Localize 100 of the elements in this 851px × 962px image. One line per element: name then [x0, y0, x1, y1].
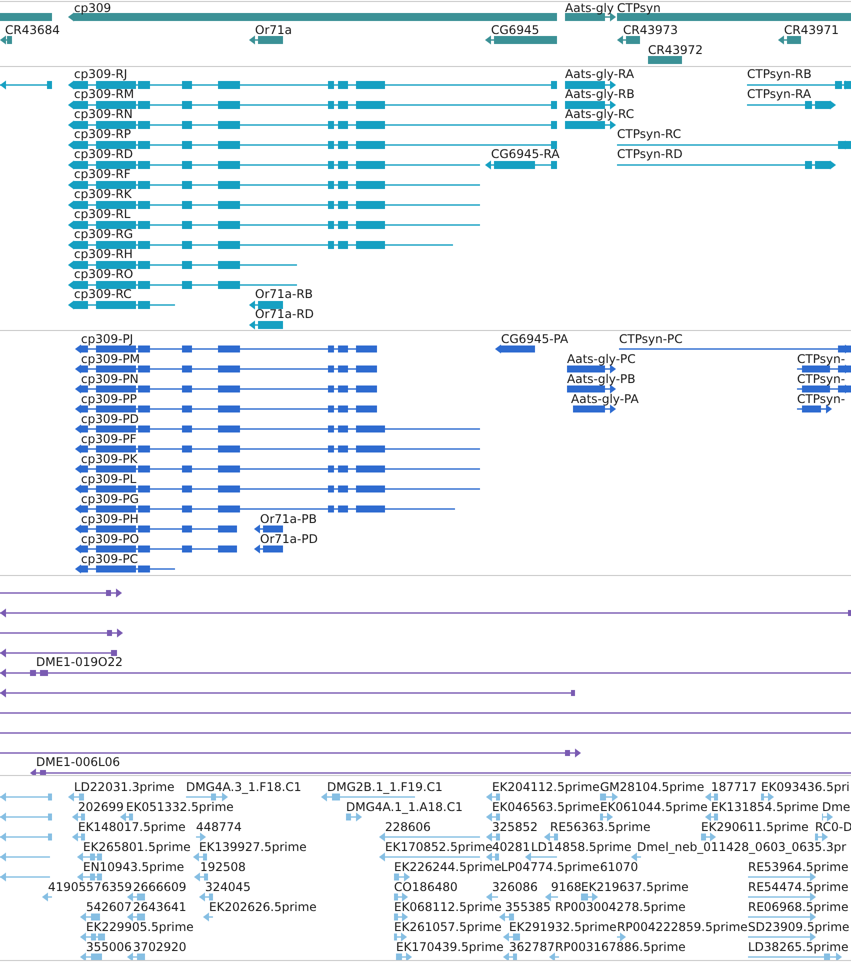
est-feature[interactable]: [503, 932, 520, 942]
est-feature[interactable]: [196, 832, 206, 842]
est-feature[interactable]: [581, 892, 598, 902]
est-feature[interactable]: [544, 832, 558, 842]
est-feature[interactable]: [203, 912, 213, 922]
est-feature[interactable]: [396, 952, 412, 960]
transcript-feature[interactable]: [68, 180, 480, 190]
gene-feature[interactable]: [485, 36, 557, 44]
est-feature[interactable]: [600, 812, 613, 822]
est-feature[interactable]: [68, 792, 84, 802]
est-feature[interactable]: [193, 852, 207, 862]
transcript-feature[interactable]: [617, 140, 851, 150]
est-feature[interactable]: [0, 872, 50, 882]
protein-feature[interactable]: [75, 464, 480, 474]
protein-feature[interactable]: [75, 424, 480, 434]
est-feature[interactable]: [705, 792, 718, 802]
protein-feature[interactable]: [75, 524, 237, 534]
est-feature[interactable]: [77, 852, 102, 862]
protein-feature[interactable]: [797, 404, 832, 414]
protein-feature[interactable]: [573, 404, 616, 414]
est-feature[interactable]: [194, 872, 208, 882]
transcript-feature[interactable]: [0, 80, 52, 90]
est-feature[interactable]: [127, 912, 145, 922]
transcript-feature[interactable]: [68, 100, 557, 110]
protein-feature[interactable]: [75, 564, 175, 574]
est-feature[interactable]: [80, 932, 105, 942]
est-feature[interactable]: [705, 812, 718, 822]
gene-feature[interactable]: [68, 12, 557, 22]
est-feature[interactable]: [748, 952, 842, 960]
est-feature[interactable]: [0, 792, 52, 802]
protein-feature[interactable]: [567, 384, 616, 394]
est-feature[interactable]: [346, 812, 362, 822]
est-feature[interactable]: [486, 852, 499, 862]
protein-feature[interactable]: [75, 384, 377, 394]
est-feature[interactable]: [0, 832, 52, 842]
protein-feature[interactable]: [797, 364, 851, 374]
transcript-feature[interactable]: [68, 260, 297, 270]
est-feature[interactable]: [0, 852, 50, 862]
est-feature[interactable]: [499, 912, 514, 922]
est-feature[interactable]: [186, 792, 228, 802]
est-feature[interactable]: [525, 852, 557, 862]
est-feature[interactable]: [127, 952, 145, 960]
transcript-feature[interactable]: [565, 120, 616, 130]
est-feature[interactable]: [701, 832, 716, 842]
protein-feature[interactable]: [619, 344, 851, 354]
est-feature[interactable]: [486, 892, 498, 902]
protein-feature[interactable]: [75, 544, 237, 554]
transcript-feature[interactable]: [565, 100, 616, 110]
protein-feature[interactable]: [75, 484, 480, 494]
protein-feature[interactable]: [797, 384, 851, 394]
transcript-feature[interactable]: [565, 80, 616, 90]
est-feature[interactable]: [631, 852, 641, 862]
est-feature[interactable]: [549, 952, 559, 960]
protein-feature[interactable]: [254, 544, 283, 554]
est-feature[interactable]: [600, 792, 618, 802]
protein-feature[interactable]: [495, 344, 535, 354]
gene-feature[interactable]: [0, 36, 12, 44]
est-feature[interactable]: [72, 832, 85, 842]
est-feature[interactable]: [394, 872, 410, 882]
protein-feature[interactable]: [75, 404, 377, 414]
gene-feature[interactable]: [617, 36, 640, 44]
transcript-feature[interactable]: [68, 240, 453, 250]
est-feature[interactable]: [822, 812, 833, 822]
est-feature[interactable]: [80, 912, 100, 922]
alignment-feature[interactable]: [0, 628, 123, 638]
alignment-feature[interactable]: [0, 648, 117, 658]
transcript-feature[interactable]: [249, 320, 283, 330]
est-feature[interactable]: [127, 892, 145, 902]
transcript-feature[interactable]: [68, 220, 480, 230]
est-feature[interactable]: [761, 792, 774, 802]
transcript-feature[interactable]: [68, 200, 480, 210]
est-feature[interactable]: [815, 832, 828, 842]
est-feature[interactable]: [748, 892, 816, 902]
protein-feature[interactable]: [567, 364, 616, 374]
transcript-feature[interactable]: [68, 80, 557, 90]
transcript-feature[interactable]: [617, 160, 836, 170]
alignment-feature[interactable]: [0, 668, 851, 678]
protein-feature[interactable]: [75, 504, 455, 514]
est-feature[interactable]: [199, 892, 213, 902]
transcript-feature[interactable]: [68, 120, 557, 130]
est-feature[interactable]: [321, 792, 415, 802]
est-feature[interactable]: [42, 892, 52, 902]
est-feature[interactable]: [486, 832, 500, 842]
alignment-feature[interactable]: [0, 748, 581, 758]
protein-feature[interactable]: [75, 364, 377, 374]
protein-feature[interactable]: [75, 344, 377, 354]
gene-feature[interactable]: [778, 36, 801, 44]
transcript-feature[interactable]: [68, 140, 557, 150]
est-feature[interactable]: [379, 832, 480, 842]
alignment-feature[interactable]: [0, 688, 575, 698]
est-feature[interactable]: [394, 892, 408, 902]
est-feature[interactable]: [379, 852, 480, 862]
est-feature[interactable]: [486, 812, 500, 822]
transcript-feature[interactable]: [747, 80, 851, 90]
transcript-feature[interactable]: [68, 280, 297, 290]
est-feature[interactable]: [617, 932, 626, 942]
gene-feature[interactable]: [249, 36, 283, 44]
est-feature[interactable]: [748, 872, 816, 882]
alignment-feature[interactable]: [0, 608, 851, 618]
transcript-feature[interactable]: [249, 300, 283, 310]
